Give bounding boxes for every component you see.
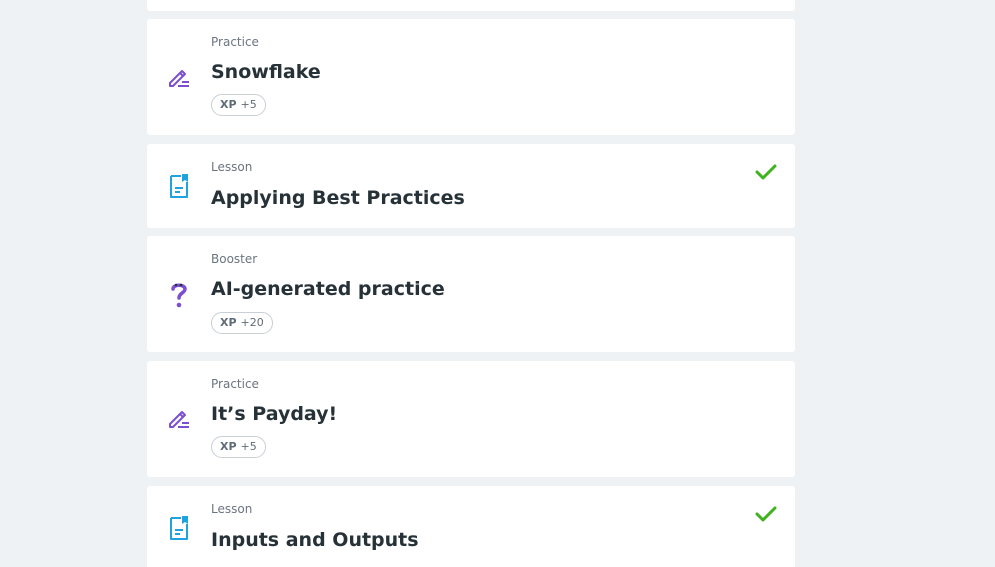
xp-value: +5 xyxy=(240,98,257,111)
item-type-label: Practice xyxy=(211,377,259,391)
item-type-label: Lesson xyxy=(211,502,253,516)
list-item-practice-its-payday[interactable]: Practice It’s Payday! XP +5 xyxy=(147,361,795,477)
previous-card[interactable] xyxy=(147,0,795,11)
question-mark-icon xyxy=(166,280,192,308)
item-type-label: Lesson xyxy=(211,160,253,174)
lesson-document-icon xyxy=(166,173,192,199)
xp-label: XP xyxy=(220,98,237,111)
xp-badge: XP +5 xyxy=(211,94,266,116)
checkmark-icon xyxy=(755,163,777,181)
list-item-booster-ai-generated-practice[interactable]: Booster AI-generated practice XP +20 xyxy=(147,236,795,352)
xp-label: XP xyxy=(220,440,237,453)
lesson-document-icon xyxy=(166,515,192,541)
list-item-lesson-inputs-and-outputs[interactable]: Lesson Inputs and Outputs xyxy=(147,486,795,567)
item-title[interactable]: It’s Payday! xyxy=(211,402,337,426)
list-item-practice-snowflake[interactable]: Practice Snowflake XP +5 xyxy=(147,19,795,135)
xp-value: +5 xyxy=(240,440,257,453)
pencil-icon xyxy=(166,64,192,90)
item-title[interactable]: AI-generated practice xyxy=(211,277,445,301)
xp-label: XP xyxy=(220,316,237,329)
xp-badge: XP +5 xyxy=(211,436,266,458)
xp-value: +20 xyxy=(240,316,264,329)
xp-badge: XP +20 xyxy=(211,312,273,334)
course-module-list: Practice Snowflake XP +5 Lesson Applying … xyxy=(0,0,995,567)
item-type-label: Booster xyxy=(211,252,258,266)
item-title[interactable]: Applying Best Practices xyxy=(211,186,465,210)
checkmark-icon xyxy=(755,505,777,523)
pencil-icon xyxy=(166,405,192,431)
item-title[interactable]: Snowflake xyxy=(211,60,321,84)
item-title[interactable]: Inputs and Outputs xyxy=(211,528,419,552)
list-item-lesson-applying-best-practices[interactable]: Lesson Applying Best Practices xyxy=(147,144,795,228)
item-type-label: Practice xyxy=(211,35,259,49)
